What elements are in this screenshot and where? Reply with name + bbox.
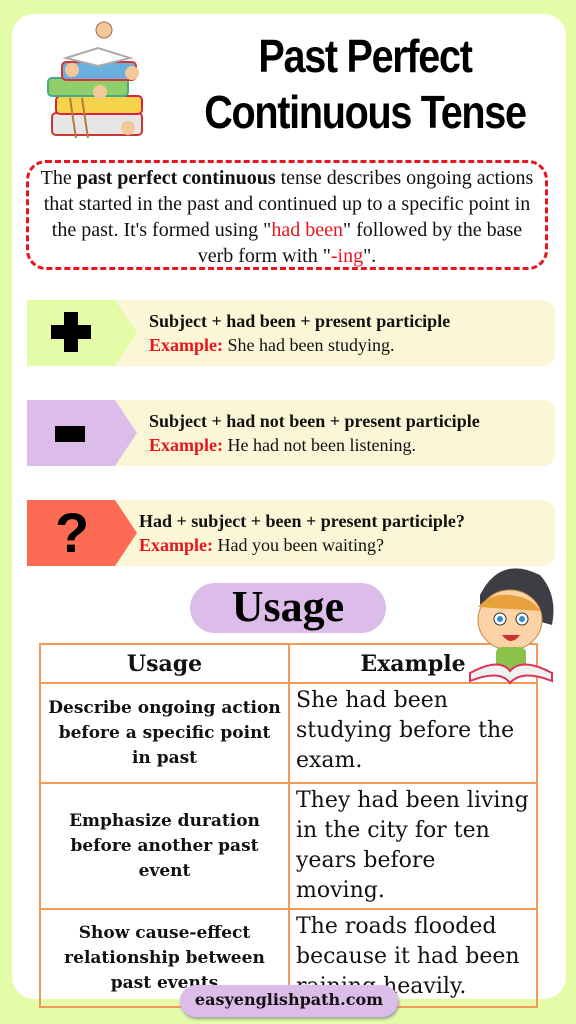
boy-reading-illustration (469, 568, 554, 685)
example-sentence: Had you been waiting? (213, 535, 384, 555)
definition-text: ". (363, 245, 377, 267)
rule-text: Subject + had not been + present partici… (149, 409, 480, 457)
example-cell: They had been living in the city for ten… (288, 782, 538, 910)
usage-heading: Usage (190, 583, 386, 633)
minus-icon (55, 426, 85, 447)
rule-text: Had + subject + been + present participl… (139, 509, 465, 557)
definition-box: The past perfect continuous tense descri… (26, 160, 548, 270)
title-line-1: Past Perfect (258, 30, 473, 82)
website-link[interactable]: easyenglishpath.com (180, 985, 398, 1017)
usage-cell: Emphasize duration before another past e… (39, 782, 290, 910)
example-sentence: He had not been listening. (223, 435, 416, 455)
definition-highlight: had been (271, 219, 343, 241)
rule-text: Subject + had been + present participle … (149, 309, 450, 357)
example-label: Example: (149, 335, 223, 355)
example-cell: She had been studying before the exam. (288, 682, 538, 784)
negative-rule: Subject + had not been + present partici… (27, 400, 555, 466)
example-label: Example: (149, 435, 223, 455)
affirmative-rule: Subject + had been + present participle … (27, 300, 555, 366)
usage-table: Usage Example Describe ongoing action be… (39, 643, 538, 1008)
table-row: Emphasize duration before another past e… (39, 782, 538, 910)
column-header-usage: Usage (39, 643, 290, 684)
definition-highlight: -ing (330, 245, 364, 267)
example-sentence: She had been studying. (223, 335, 395, 355)
rule-formula: Subject + had not been + present partici… (149, 411, 480, 431)
definition-term: past perfect continuous (76, 167, 276, 189)
title-line-2: Continuous Tense (204, 86, 527, 138)
definition-text: The (40, 167, 77, 189)
table-row: Describe ongoing action before a specifi… (39, 682, 538, 784)
kids-on-books-illustration (47, 21, 143, 139)
plus-icon (49, 310, 93, 359)
page-title: Past Perfect Continuous Tense (197, 28, 532, 140)
example-label: Example: (139, 535, 213, 555)
rule-formula: Had + subject + been + present participl… (139, 511, 465, 531)
question-icon: ? (55, 501, 90, 564)
usage-cell: Describe ongoing action before a specifi… (39, 682, 290, 784)
rule-formula: Subject + had been + present participle (149, 311, 451, 331)
